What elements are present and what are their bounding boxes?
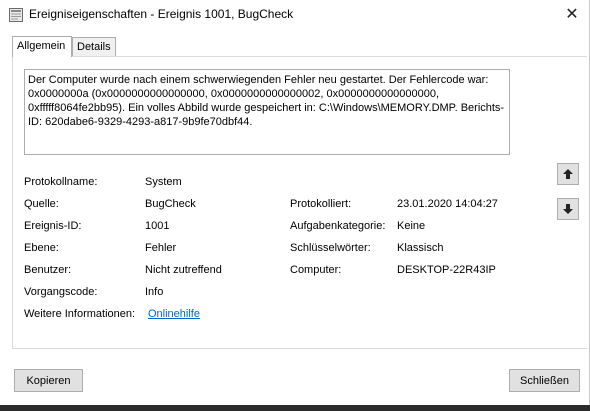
logged-label: Protokolliert:	[290, 198, 352, 210]
task-category-label: Aufgabenkategorie:	[290, 220, 386, 232]
tab-details[interactable]: Details	[72, 37, 116, 56]
computer-value[interactable]: DESKTOP-22R43IP	[397, 264, 496, 276]
title-bar: Ereigniseigenschaften - Ereignis 1001, B…	[0, 0, 590, 30]
task-category-value[interactable]: Keine	[397, 220, 425, 232]
event-viewer-app-icon	[9, 8, 23, 22]
arrow-down-icon	[563, 204, 573, 214]
event-properties-window: Ereigniseigenschaften - Ereignis 1001, B…	[0, 0, 590, 405]
source-value[interactable]: BugCheck	[145, 198, 196, 210]
level-label: Ebene:	[24, 242, 59, 254]
close-icon: ✕	[565, 6, 579, 23]
arrow-up-icon	[563, 169, 573, 179]
close-window-button[interactable]: ✕	[554, 0, 590, 28]
keywords-label: Schlüsselwörter:	[290, 242, 371, 254]
event-id-label: Ereignis-ID:	[24, 220, 82, 232]
next-event-button[interactable]	[557, 198, 579, 220]
online-help-link[interactable]: Onlinehilfe	[148, 308, 200, 320]
taskbar-edge	[0, 405, 590, 411]
keywords-value[interactable]: Klassisch	[397, 242, 443, 254]
source-label: Quelle:	[24, 198, 59, 210]
computer-label: Computer:	[290, 264, 342, 276]
log-name-label: Protokollname:	[24, 176, 98, 188]
copy-button[interactable]: Kopieren	[14, 369, 83, 392]
opcode-label: Vorgangscode:	[24, 286, 98, 298]
log-name-value[interactable]: System	[145, 176, 182, 188]
logged-value[interactable]: 23.01.2020 14:04:27	[397, 198, 498, 210]
more-info-label: Weitere Informationen:	[24, 308, 136, 320]
close-button[interactable]: Schließen	[509, 369, 580, 392]
user-label: Benutzer:	[24, 264, 72, 276]
level-value[interactable]: Fehler	[145, 242, 176, 254]
window-title: Ereigniseigenschaften - Ereignis 1001, B…	[29, 7, 294, 21]
tab-allgemein[interactable]: Allgemein	[12, 36, 72, 57]
event-description-textbox[interactable]: Der Computer wurde nach einem schwerwieg…	[24, 69, 510, 155]
previous-event-button[interactable]	[557, 163, 579, 185]
event-id-value[interactable]: 1001	[145, 220, 169, 232]
opcode-value[interactable]: Info	[145, 286, 163, 298]
event-description-text: Der Computer wurde nach einem schwerwieg…	[28, 74, 505, 128]
user-value[interactable]: Nicht zutreffend	[145, 264, 222, 276]
